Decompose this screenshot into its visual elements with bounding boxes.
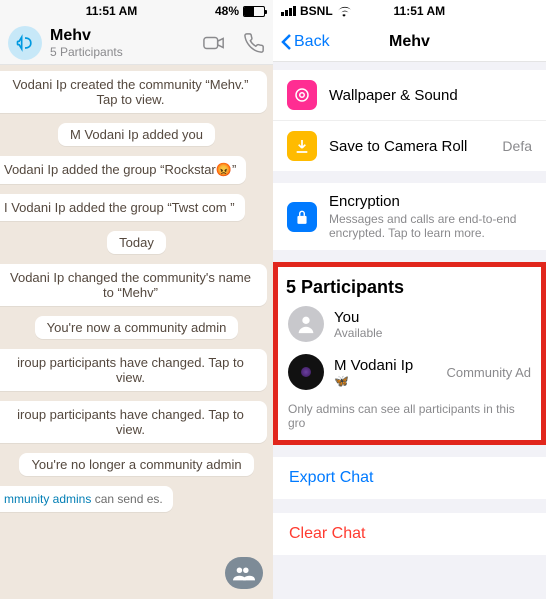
- info-title: Mehv: [389, 33, 430, 51]
- camera-roll-value: Defa: [502, 138, 532, 154]
- status-carrier: BSNL: [300, 4, 333, 18]
- participants-heading: 5 Participants: [278, 267, 541, 300]
- wallpaper-icon: [287, 80, 317, 110]
- export-chat-button[interactable]: Export Chat: [273, 457, 546, 499]
- participants-section: 5 Participants You Available M Vodani Ip…: [273, 262, 546, 445]
- back-button[interactable]: Back: [281, 33, 330, 51]
- participant-you[interactable]: You Available: [278, 300, 541, 348]
- participant-name: You: [334, 309, 382, 326]
- chat-title: Mehv: [50, 27, 195, 45]
- status-time-right: 11:51 AM: [394, 4, 446, 18]
- wifi-icon: [337, 6, 351, 17]
- participant-name: M Vodani Ip: [334, 357, 413, 374]
- avatar-placeholder-icon: [288, 306, 324, 342]
- status-time-left: 11:51 AM: [86, 4, 138, 18]
- system-message[interactable]: iroup participants have changed. Tap to …: [0, 401, 267, 443]
- system-message: M Vodani Ip added you: [58, 123, 215, 146]
- megaphone-icon: [8, 26, 42, 60]
- system-message: You're no longer a community admin: [19, 453, 253, 476]
- compose-button[interactable]: [225, 557, 263, 589]
- community-admins-link[interactable]: mmunity admins: [4, 492, 91, 506]
- system-message[interactable]: iroup participants have changed. Tap to …: [0, 349, 267, 391]
- system-message: Vodani Ip added the group “Rockstar😡”: [0, 156, 246, 184]
- download-icon: [287, 131, 317, 161]
- system-message: Vodani Ip changed the community's name t…: [0, 264, 267, 306]
- encryption-row[interactable]: Encryption Messages and calls are end-to…: [273, 183, 546, 250]
- encryption-sub: Messages and calls are end-to-end encryp…: [329, 212, 532, 240]
- system-message[interactable]: Vodani Ip created the community “Mehv.” …: [0, 71, 267, 113]
- phone-call-icon[interactable]: [243, 32, 265, 54]
- wallpaper-sound-row[interactable]: Wallpaper & Sound: [273, 70, 546, 120]
- footer-note: mmunity admins can send es.: [0, 486, 173, 512]
- participants-note: Only admins can see all participants in …: [278, 396, 541, 440]
- chat-header[interactable]: Mehv 5 Participants: [0, 22, 273, 65]
- camera-roll-label: Save to Camera Roll: [329, 138, 490, 155]
- clear-chat-button[interactable]: Clear Chat: [273, 513, 546, 555]
- participant-emoji: 🦋: [334, 374, 413, 388]
- chat-body: Vodani Ip created the community “Mehv.” …: [0, 65, 273, 599]
- encryption-label: Encryption: [329, 193, 532, 210]
- chevron-left-icon: [281, 33, 292, 51]
- wallpaper-label: Wallpaper & Sound: [329, 87, 532, 104]
- battery-icon: [243, 6, 265, 17]
- signal-icon: [281, 6, 296, 16]
- date-divider: Today: [107, 231, 166, 254]
- battery-percent: 48%: [215, 4, 239, 18]
- system-message: I Vodani Ip added the group “Twst com ”: [0, 194, 245, 221]
- avatar: [288, 354, 324, 390]
- participant-vodani[interactable]: M Vodani Ip 🦋 Community Ad: [278, 348, 541, 396]
- lock-icon: [287, 202, 317, 232]
- video-call-icon[interactable]: [203, 32, 225, 54]
- participant-role: Community Ad: [446, 365, 531, 380]
- participant-count: 5 Participants: [50, 45, 195, 59]
- system-message: You're now a community admin: [35, 316, 239, 339]
- save-camera-roll-row[interactable]: Save to Camera Roll Defa: [273, 120, 546, 171]
- participant-status: Available: [334, 326, 382, 340]
